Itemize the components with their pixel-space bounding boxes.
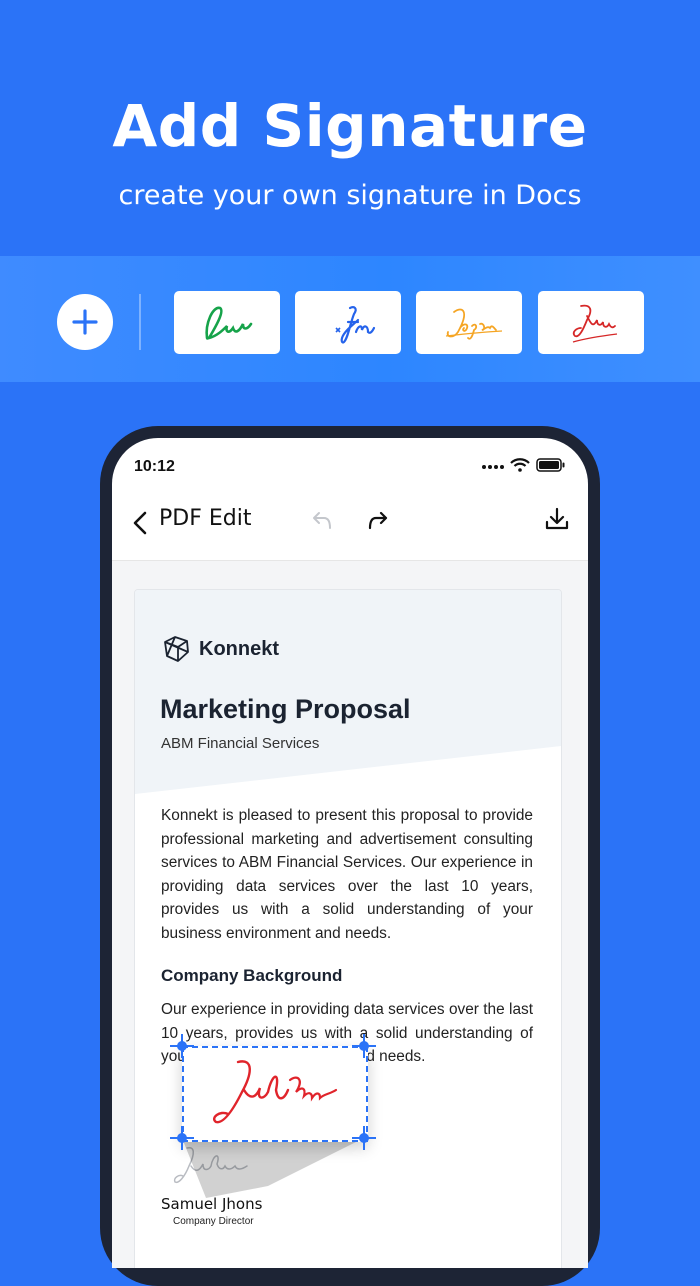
signature-selection-box[interactable] <box>182 1046 368 1142</box>
crosshair-bl-v <box>181 1126 183 1150</box>
document-subtitle: ABM Financial Services <box>161 735 320 752</box>
signature-green-icon <box>205 306 253 340</box>
crosshair-tl-v <box>181 1034 183 1058</box>
app-title: PDF Edit <box>159 506 252 531</box>
hero-subtitle: create your own signature in Docs <box>118 180 582 211</box>
signature-card-green[interactable] <box>174 291 280 354</box>
undo-icon[interactable] <box>310 508 334 532</box>
status-time: 10:12 <box>134 458 175 475</box>
section-title: Company Background <box>161 966 343 985</box>
signature-card-blue[interactable] <box>295 291 401 354</box>
document-header-band <box>135 590 561 794</box>
brand-row: Konnekt <box>161 634 279 664</box>
document-paragraph: Konnekt is pleased to present this propo… <box>161 807 533 942</box>
wifi-icon <box>510 458 530 472</box>
crosshair-br-v <box>363 1126 365 1150</box>
placed-signature-icon <box>213 1060 338 1124</box>
signer-role: Company Director <box>173 1216 254 1227</box>
signature-card-red[interactable] <box>538 291 644 354</box>
app-bar: PDF Edit <box>112 498 588 561</box>
add-signature-button[interactable] <box>57 294 113 350</box>
strip-divider <box>139 294 141 350</box>
signal-dots-icon <box>482 465 504 469</box>
redo-icon[interactable] <box>366 508 390 532</box>
status-icons <box>482 458 566 472</box>
signature-orange-icon <box>445 308 503 340</box>
chevron-left-icon[interactable] <box>132 510 148 536</box>
konnekt-logo-icon <box>164 636 189 662</box>
crosshair-tr-v <box>363 1034 365 1058</box>
plus-icon <box>72 309 98 335</box>
signature-blue-icon <box>335 305 376 344</box>
battery-icon <box>536 458 565 472</box>
signature-card-orange[interactable] <box>416 291 522 354</box>
download-icon[interactable] <box>544 506 570 532</box>
hero-title: Add Signature <box>112 92 588 160</box>
document-title: Marketing Proposal <box>160 694 411 724</box>
brand-name: Konnekt <box>199 637 279 660</box>
signature-red-icon <box>572 304 618 343</box>
